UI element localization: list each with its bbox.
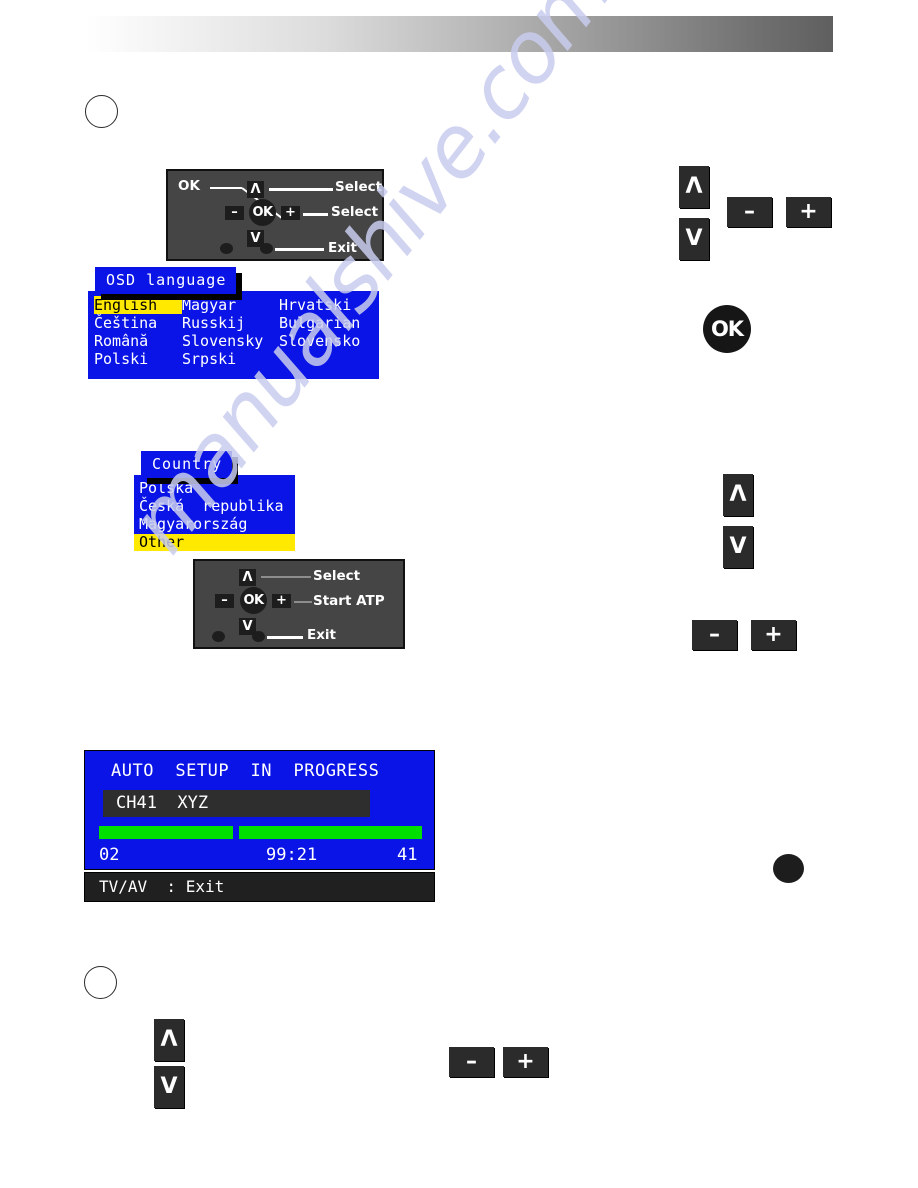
language-option-cestina[interactable]: Čeština	[94, 314, 182, 332]
osd-language-title: OSD language	[95, 267, 237, 294]
country-row: Česká republika	[139, 497, 295, 515]
exit-round-key-icon	[252, 631, 265, 642]
osd-language-body: English Magyar Hrvatski Čeština Russkij …	[88, 291, 379, 379]
minus-button-2[interactable]: –	[692, 620, 737, 650]
up-key-icon: Λ	[247, 181, 264, 198]
country-row: Magyarország	[139, 515, 295, 533]
progress-bar-right	[239, 826, 422, 839]
auto-setup-screen: AUTO SETUP IN PROGRESS CH41 XYZ 02 99:21…	[84, 750, 435, 902]
exit-line	[275, 248, 324, 251]
remote-diagram-1: OK Λ Select – OK + Select V Exit	[166, 169, 384, 261]
header-gradient-bar	[85, 16, 833, 52]
language-option-bulgarian[interactable]: Bulgarian	[279, 314, 360, 332]
auto-setup-main-panel: AUTO SETUP IN PROGRESS CH41 XYZ 02 99:21…	[84, 750, 435, 870]
language-row: English Magyar Hrvatski	[94, 296, 379, 314]
minus-key-icon: –	[225, 206, 244, 220]
minus-button-1[interactable]: –	[727, 197, 772, 227]
language-option-english[interactable]: English	[94, 296, 182, 314]
left-round-key-icon	[212, 631, 225, 642]
ok-button-1[interactable]: OK	[703, 305, 751, 353]
label-select-top: Select	[313, 568, 361, 584]
country-option-ceska-republika[interactable]: Česká republika	[139, 497, 284, 515]
language-option-slovensko[interactable]: Slovensko	[279, 332, 360, 350]
country-option-polska[interactable]: Polska	[139, 479, 193, 497]
up-button-1[interactable]: Λ	[679, 166, 709, 208]
language-row: Română Slovensky Slovensko	[94, 332, 379, 350]
progress-bar-left	[99, 826, 233, 839]
select-line-top	[269, 188, 333, 191]
country-row: Polska	[139, 479, 295, 497]
start-atp-line	[294, 601, 312, 603]
language-row: Polski Srpski	[94, 350, 379, 368]
label-exit: Exit	[307, 627, 337, 643]
label-exit: Exit	[328, 240, 358, 256]
auto-setup-heading: AUTO SETUP IN PROGRESS	[111, 761, 380, 781]
manual-page: manualshive.com OK Λ Select – OK + Selec…	[0, 0, 918, 1188]
label-select-mid: Select	[331, 204, 379, 220]
plus-key-icon: +	[281, 206, 300, 220]
program-number: 02	[99, 845, 120, 865]
plus-button-2[interactable]: +	[751, 620, 796, 650]
auto-setup-channel-field: CH41 XYZ	[103, 790, 370, 817]
plus-button-3[interactable]: +	[503, 1047, 548, 1077]
language-option-magyar[interactable]: Magyar	[182, 296, 279, 314]
exit-line	[267, 636, 303, 639]
down-button-2[interactable]: V	[723, 526, 753, 568]
language-row: Čeština Russkij Bulgarian	[94, 314, 379, 332]
minus-key-icon: –	[215, 594, 234, 608]
channel-number: 41	[397, 845, 418, 865]
ok-key-icon: OK	[249, 199, 276, 226]
up-button-2[interactable]: Λ	[723, 474, 753, 516]
select-line-top	[261, 576, 311, 578]
language-option-polski[interactable]: Polski	[94, 350, 182, 368]
down-button-1[interactable]: V	[679, 218, 709, 260]
select-line-mid	[303, 213, 328, 216]
language-option-slovensky[interactable]: Slovensky	[182, 332, 279, 350]
language-option-hrvatski[interactable]: Hrvatski	[279, 296, 351, 314]
frequency-value: 99:21	[266, 845, 318, 865]
power-round-button[interactable]	[773, 854, 804, 883]
down-button-3[interactable]: V	[154, 1066, 184, 1108]
label-start-atp: Start ATP	[313, 593, 385, 609]
left-round-key-icon	[220, 243, 233, 254]
up-button-3[interactable]: Λ	[154, 1019, 184, 1061]
language-option-russkij[interactable]: Russkij	[182, 314, 279, 332]
ok-key-icon: OK	[240, 587, 267, 614]
country-option-magyarorszag[interactable]: Magyarország	[139, 515, 247, 533]
plus-button-1[interactable]: +	[786, 197, 831, 227]
ok-callout-label: OK	[178, 178, 200, 194]
label-select-top: Select	[335, 179, 383, 195]
minus-button-3[interactable]: –	[449, 1047, 494, 1077]
step-marker-1	[85, 95, 118, 128]
language-option-srpski[interactable]: Srpski	[182, 350, 279, 368]
remote-diagram-2: Λ Select – OK + Start ATP V Exit	[193, 559, 405, 649]
country-option-other[interactable]: Other	[134, 534, 295, 551]
language-option-romana[interactable]: Română	[94, 332, 182, 350]
ok-callout-line-horizontal	[210, 187, 242, 189]
auto-setup-footer-exit: TV/AV : Exit	[84, 872, 435, 902]
plus-key-icon: +	[272, 594, 291, 608]
step-marker-2	[84, 966, 117, 999]
osd-country-title: Country	[141, 451, 233, 478]
exit-round-key-icon	[260, 243, 273, 254]
up-key-icon: Λ	[239, 569, 256, 586]
